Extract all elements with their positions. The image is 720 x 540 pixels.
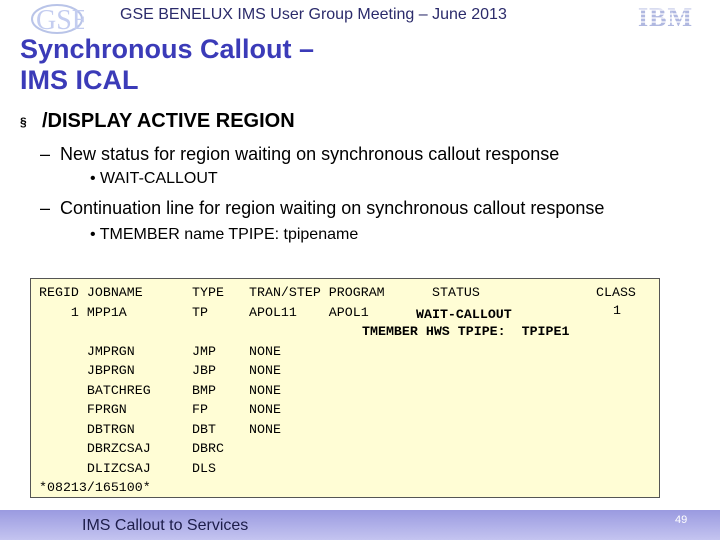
bullet-marker: § bbox=[20, 114, 27, 129]
console-output-box: REGID JOBNAME 1 MPP1A JMPRGN JBPRGN BATC… bbox=[30, 278, 660, 498]
gse-logo-text: GSE bbox=[36, 5, 84, 36]
ibm-logo: IBM bbox=[636, 4, 698, 30]
slide-title-line2: IMS ICAL bbox=[20, 65, 139, 95]
console-class-header: CLASS bbox=[596, 285, 636, 300]
bullet-text: /DISPLAY ACTIVE REGION bbox=[42, 110, 295, 132]
console-status-header: STATUS bbox=[432, 285, 480, 300]
page-number: 49 bbox=[675, 514, 688, 526]
sub-bullet-continuation: – Continuation line for region waiting o… bbox=[40, 198, 604, 219]
conference-title: GSE BENELUX IMS User Group Meeting – Jun… bbox=[120, 6, 507, 23]
sub-item-tmember: • TMEMBER name TPIPE: tpipename bbox=[90, 226, 359, 243]
gse-logo: GSE bbox=[31, 4, 84, 36]
sub-bullet-text: Continuation line for region waiting on … bbox=[60, 198, 605, 218]
sub-bullet-new-status: – New status for region waiting on synch… bbox=[40, 144, 559, 165]
console-class-value: 1 bbox=[613, 303, 621, 318]
console-tran-program-column: TRAN/STEP PROGRAM APOL11 APOL1 NONE NONE… bbox=[249, 285, 385, 437]
sub-bullet-text: New status for region waiting on synchro… bbox=[60, 144, 560, 164]
console-type-column: TYPE TP JMP JBP BMP FP DBT DBRC DLS bbox=[192, 285, 224, 476]
ibm-logo-text: IBM bbox=[638, 4, 693, 30]
console-tmember-line: TMEMBER HWS TPIPE: TPIPE1 bbox=[362, 324, 570, 339]
dash-marker: – bbox=[40, 198, 51, 218]
console-regid-jobname-column: REGID JOBNAME 1 MPP1A JMPRGN JBPRGN BATC… bbox=[39, 285, 151, 495]
slide-title-line1: Synchronous Callout – bbox=[20, 34, 315, 64]
slide-title: Synchronous Callout – IMS ICAL bbox=[20, 34, 314, 96]
sub-item-wait-callout: • WAIT-CALLOUT bbox=[90, 170, 218, 187]
bullet-display-active-region: § /DISPLAY ACTIVE REGION bbox=[20, 110, 295, 133]
dash-marker: – bbox=[40, 144, 51, 164]
footer-text: IMS Callout to Services bbox=[82, 517, 249, 534]
